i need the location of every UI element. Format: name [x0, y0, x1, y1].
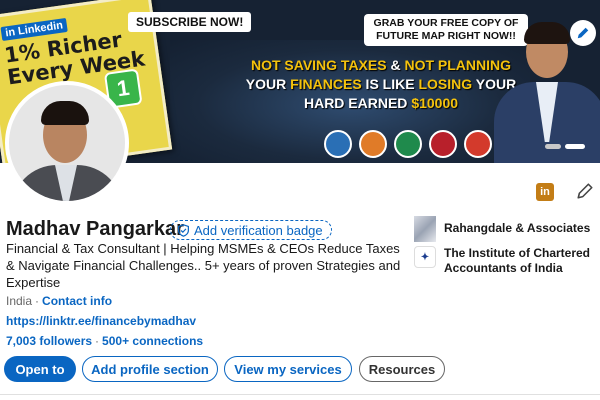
headline-segment: $10000 [411, 95, 459, 111]
pencil-icon [577, 27, 589, 39]
resources-button[interactable]: Resources [359, 356, 445, 382]
shield-check-icon [178, 223, 189, 237]
emblem-logo [429, 130, 457, 158]
carousel-dot-active[interactable] [565, 144, 585, 149]
subscribe-banner-text: SUBSCRIBE NOW! [128, 12, 252, 32]
location-row: India · Contact info [6, 294, 113, 308]
edit-profile-button[interactable] [576, 182, 594, 200]
divider [0, 394, 600, 395]
connections-link[interactable]: 500+ connections [102, 334, 203, 348]
education-name: The Institute of Chartered Accountants o… [444, 246, 591, 275]
emblem-logo [359, 130, 387, 158]
network-stats: 7,003 followers · 500+ connections [6, 334, 204, 348]
education-item[interactable]: ✦ The Institute of Chartered Accountants… [414, 246, 594, 276]
add-profile-section-button[interactable]: Add profile section [82, 356, 218, 382]
company-name: Rahangdale & Associates [444, 221, 591, 235]
company-logo [414, 216, 436, 242]
emblem-logo [394, 130, 422, 158]
headline-segment: NOT SAVING TAXES [250, 57, 387, 73]
view-services-button[interactable]: View my services [224, 356, 352, 382]
carousel-dot[interactable] [545, 144, 561, 149]
location-text: India [6, 294, 33, 308]
open-to-button[interactable]: Open to [4, 356, 76, 382]
headline-segment: & [386, 57, 405, 73]
headline-segment: HARD EARNED [303, 95, 412, 111]
linkedin-premium-icon[interactable]: in [536, 183, 554, 201]
profile-name: Madhav Pangarkar [6, 218, 184, 240]
profile-headline: Financial & Tax Consultant | Helping MSM… [6, 241, 401, 290]
headline-segment: IS LIKE [361, 76, 419, 92]
pencil-icon [577, 183, 593, 199]
headline-segment: YOUR [245, 76, 291, 92]
banner-carousel-indicator[interactable] [545, 144, 585, 149]
website-link[interactable]: https://linktr.ee/financebymadhav [6, 314, 196, 328]
regulator-logos [324, 130, 492, 160]
headline-segment: LOSING [418, 76, 473, 92]
contact-info-link[interactable]: Contact info [42, 294, 112, 308]
banner-headline: NOT SAVING TAXES & NOT PLANNING YOUR FIN… [236, 56, 526, 113]
edit-banner-button[interactable] [570, 20, 596, 46]
current-company[interactable]: Rahangdale & Associates [414, 216, 590, 242]
emblem-logo [324, 130, 352, 158]
avatar[interactable] [5, 81, 129, 205]
add-verification-badge-button[interactable]: Add verification badge [170, 220, 332, 240]
followers-link[interactable]: 7,003 followers [6, 334, 92, 348]
headline-segment: FINANCES [290, 76, 362, 92]
verification-label: Add verification badge [194, 222, 323, 238]
emblem-logo [464, 130, 492, 158]
icai-logo-icon: ✦ [414, 246, 436, 268]
